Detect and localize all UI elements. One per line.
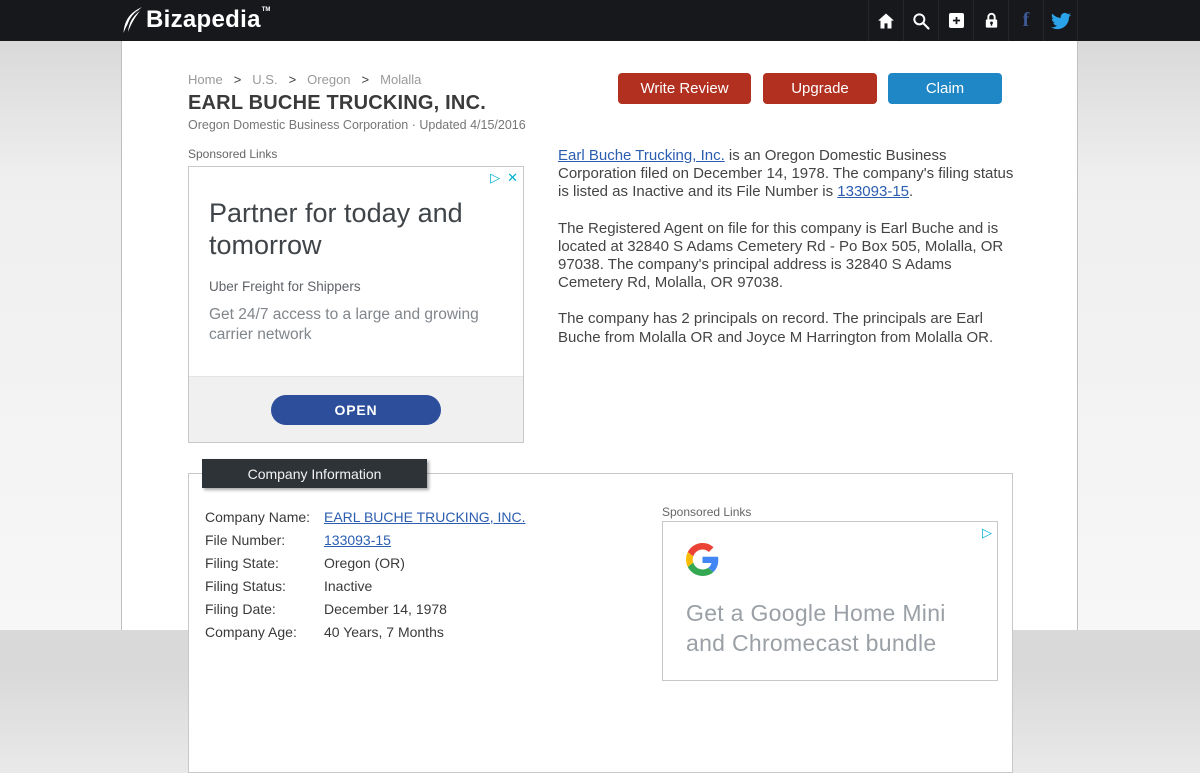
write-review-button[interactable]: Write Review (618, 73, 751, 104)
home-button[interactable] (868, 0, 903, 41)
twitter-icon (1050, 12, 1071, 29)
table-row: Company Name: EARL BUCHE TRUCKING, INC. (205, 505, 525, 528)
login-button[interactable] (973, 0, 1008, 41)
page-title: EARL BUCHE TRUCKING, INC. (188, 92, 486, 114)
company-name-link[interactable]: EARL BUCHE TRUCKING, INC. (324, 509, 525, 525)
company-name-link[interactable]: Earl Buche Trucking, Inc. (558, 147, 725, 164)
row-label: Filing State: (205, 554, 279, 571)
breadcrumb-molalla[interactable]: Molalla (380, 72, 421, 87)
row-value: Oregon (OR) (324, 554, 405, 571)
row-label: Filing Status: (205, 577, 286, 594)
add-listing-button[interactable] (938, 0, 973, 41)
adchoices-icon[interactable]: ▷ (982, 526, 992, 539)
twitter-button[interactable] (1043, 0, 1078, 41)
row-value: Inactive (324, 577, 373, 594)
ad-open-button[interactable]: OPEN (271, 395, 441, 425)
lock-icon (985, 12, 997, 28)
logo-text: Bizapedia (146, 6, 261, 33)
ad-controls: ▷ (982, 526, 992, 539)
table-row: File Number: 133093-15 (205, 528, 525, 551)
table-row: Filing State: Oregon (OR) (205, 551, 525, 574)
about-text: . (909, 183, 914, 201)
sponsored-ad-card[interactable]: ▷ Get a Google Home Mini and Chromecast … (662, 521, 998, 681)
about-paragraph-1: Earl Buche Trucking, Inc. is an Oregon D… (558, 147, 1014, 202)
sponsored-links-label: Sponsored Links (188, 147, 278, 161)
company-description: Earl Buche Trucking, Inc. is an Oregon D… (558, 147, 1014, 365)
breadcrumb-separator: > (233, 72, 242, 87)
facebook-button[interactable]: f (1008, 0, 1043, 41)
search-button[interactable] (903, 0, 938, 41)
ad-controls: ▷ ✕ (490, 171, 518, 184)
ad-description: Get 24/7 access to a large and growing c… (209, 306, 479, 343)
facebook-icon: f (1022, 9, 1030, 31)
company-information-box: Company Name: EARL BUCHE TRUCKING, INC. … (188, 473, 1013, 773)
home-icon (878, 13, 894, 28)
breadcrumb-separator: > (288, 72, 297, 87)
table-row: Company Age: 40 Years, 7 Months (205, 620, 525, 643)
ad-headline: Partner for today and tomorrow (209, 198, 463, 260)
ad-close-icon[interactable]: ✕ (507, 171, 518, 184)
google-logo-icon (686, 543, 719, 576)
logo-tm: TM (261, 7, 271, 13)
row-value: December 14, 1978 (324, 600, 447, 617)
table-row: Filing Status: Inactive (205, 574, 525, 597)
row-value: EARL BUCHE TRUCKING, INC. (324, 509, 525, 525)
row-label: Company Name: (205, 508, 311, 525)
company-info-table: Company Name: EARL BUCHE TRUCKING, INC. … (205, 505, 525, 643)
add-icon (948, 12, 964, 29)
ad-footer: OPEN (189, 376, 523, 442)
file-number-link[interactable]: 133093-15 (324, 532, 391, 548)
ad-headline: Get a Google Home Mini and Chromecast bu… (686, 598, 986, 658)
bizapedia-leaf-icon (123, 7, 142, 33)
company-information-tab[interactable]: Company Information (202, 459, 427, 488)
ad-headline-line1: Get a Google Home Mini (686, 600, 946, 626)
top-header-bar: Bizapedia TM f (0, 0, 1200, 41)
sponsored-links-label: Sponsored Links (662, 505, 752, 519)
file-number-link[interactable]: 133093-15 (837, 183, 909, 200)
sponsored-ad-card[interactable]: ▷ ✕ Partner for today and tomorrow Uber … (188, 166, 524, 443)
search-icon (913, 12, 930, 30)
ad-headline-line2: and Chromecast bundle (686, 630, 937, 656)
page-subtitle: Oregon Domestic Business Corporation · U… (188, 118, 526, 132)
row-label: File Number: (205, 531, 286, 548)
bizapedia-logo[interactable]: Bizapedia TM (122, 6, 270, 34)
breadcrumb-oregon[interactable]: Oregon (307, 72, 350, 87)
breadcrumb-home[interactable]: Home (188, 72, 223, 87)
claim-button[interactable]: Claim (888, 73, 1002, 104)
table-row: Filing Date: December 14, 1978 (205, 597, 525, 620)
upgrade-button[interactable]: Upgrade (763, 73, 877, 104)
header-icon-group: f (868, 0, 1078, 41)
breadcrumb-us[interactable]: U.S. (252, 72, 277, 87)
row-value: 133093-15 (324, 532, 391, 548)
ad-advertiser: Uber Freight for Shippers (209, 279, 361, 294)
adchoices-icon[interactable]: ▷ (490, 171, 500, 184)
row-label: Filing Date: (205, 600, 276, 617)
breadcrumb-separator: > (361, 72, 370, 87)
row-value: 40 Years, 7 Months (324, 623, 444, 640)
about-paragraph-2: The Registered Agent on file for this co… (558, 219, 1004, 292)
about-paragraph-3: The company has 2 principals on record. … (558, 310, 994, 346)
breadcrumb: Home > U.S. > Oregon > Molalla (188, 72, 421, 87)
row-label: Company Age: (205, 623, 297, 640)
